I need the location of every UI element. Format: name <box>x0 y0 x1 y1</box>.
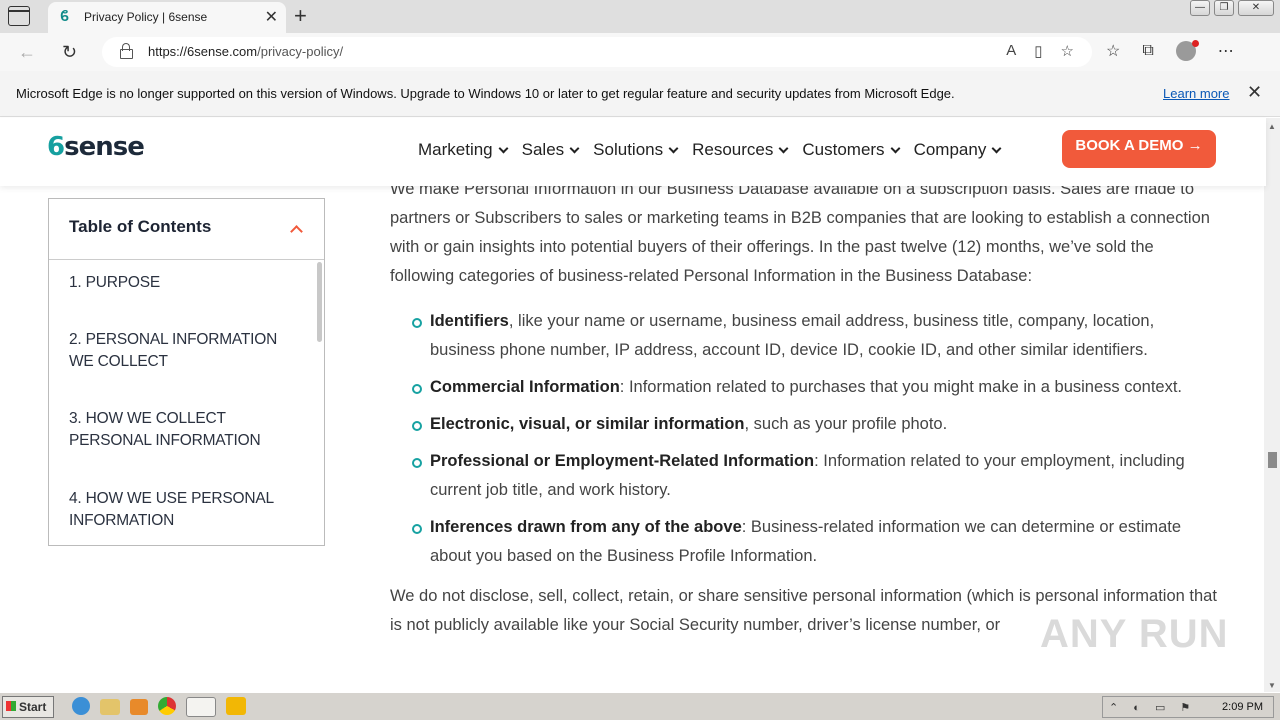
nav-sales[interactable]: Sales <box>522 140 580 160</box>
list-item: Electronic, visual, or similar informati… <box>390 410 1220 439</box>
main-nav: Marketing Sales Solutions Resources Cust… <box>418 140 1002 160</box>
chevron-down-icon <box>569 143 580 153</box>
nav-company[interactable]: Company <box>914 140 1002 160</box>
new-tab-icon[interactable]: + <box>294 3 307 29</box>
toc-item-personal-information[interactable]: 2. PERSONAL INFORMATION WE COLLECT <box>69 329 294 373</box>
read-aloud-icon[interactable]: A <box>1006 42 1016 60</box>
add-favorite-icon[interactable]: ☆ <box>1061 42 1074 60</box>
toc-title: Table of Contents <box>69 217 212 236</box>
book-demo-button[interactable]: BOOK A DEMO → <box>1062 130 1216 168</box>
list-item: Commercial Information: Information rela… <box>390 373 1220 402</box>
url-text: https://6sense.com/privacy-policy/ <box>148 44 344 59</box>
start-button[interactable]: Start <box>2 696 54 718</box>
close-window-icon[interactable]: ✕ <box>1238 0 1274 16</box>
nav-customers[interactable]: Customers <box>802 140 901 160</box>
toc-scrollbar[interactable] <box>317 262 322 342</box>
edge-taskbar-icon[interactable] <box>186 697 216 717</box>
category-list: Identifiers, like your name or username,… <box>390 307 1220 571</box>
page-scrollbar[interactable]: ▲ ▼ <box>1264 118 1280 692</box>
chevron-down-icon <box>890 143 901 153</box>
list-item: Professional or Employment-Related Infor… <box>390 447 1220 505</box>
tab-actions-icon[interactable] <box>8 6 30 26</box>
list-item: Inferences drawn from any of the above: … <box>390 513 1220 571</box>
minimize-icon[interactable]: — <box>1190 0 1210 16</box>
app-icon[interactable] <box>226 697 246 715</box>
toc-list: 1. PURPOSE 2. PERSONAL INFORMATION WE CO… <box>49 260 324 545</box>
url-field[interactable]: https://6sense.com/privacy-policy/ A ▯ ☆ <box>102 37 1092 67</box>
toc-item-how-we-collect[interactable]: 3. HOW WE COLLECT PERSONAL INFORMATION <box>69 408 294 452</box>
unsupported-os-infobar: Microsoft Edge is no longer supported on… <box>0 71 1280 117</box>
scroll-thumb[interactable] <box>1268 452 1277 468</box>
toc-header[interactable]: Table of Contents <box>49 199 324 260</box>
favorites-icon[interactable]: ☆ <box>1106 41 1120 61</box>
quick-launch <box>72 697 246 717</box>
learn-more-link[interactable]: Learn more <box>1163 86 1229 101</box>
tab-bar: ϐ Privacy Policy | 6sense ✕ + — ❐ ✕ <box>0 0 1280 33</box>
url-actions: A ▯ ☆ <box>1006 42 1074 60</box>
profile-avatar[interactable] <box>1175 40 1199 61</box>
scroll-up-icon[interactable]: ▲ <box>1268 122 1276 131</box>
site-logo[interactable]: 6sense <box>47 132 145 162</box>
clock: 2:09 PM <box>1222 701 1263 713</box>
infobar-message: Microsoft Edge is no longer supported on… <box>16 86 955 101</box>
back-icon[interactable]: ← <box>18 42 36 63</box>
address-bar: ← ↻ https://6sense.com/privacy-policy/ A… <box>0 33 1280 71</box>
intro-paragraph: We make Personal Information in our Busi… <box>390 186 1210 285</box>
table-of-contents: Table of Contents 1. PURPOSE 2. PERSONAL… <box>48 198 325 546</box>
collections-icon[interactable]: ⧉ <box>1142 42 1153 60</box>
system-tray: ⌃ ◐ ▭ ⚑ 2:09 PM <box>1102 696 1274 718</box>
toc-item-purpose[interactable]: 1. PURPOSE <box>69 272 294 294</box>
folder-icon[interactable] <box>100 699 120 715</box>
list-item: Identifiers, like your name or username,… <box>390 307 1220 365</box>
nav-solutions[interactable]: Solutions <box>593 140 679 160</box>
tab-title: Privacy Policy | 6sense <box>84 10 208 24</box>
watermark: ANY RUN <box>1040 612 1229 656</box>
browser-toolbar: ☆ ⧉ ⋯ <box>1106 40 1234 61</box>
ie-icon[interactable] <box>72 697 90 715</box>
nav-resources[interactable]: Resources <box>692 140 789 160</box>
chevron-up-icon[interactable] <box>290 225 303 238</box>
lock-icon[interactable] <box>120 43 133 59</box>
immersive-reader-icon[interactable]: ▯ <box>1034 42 1042 60</box>
restore-icon[interactable]: ❐ <box>1214 0 1234 16</box>
active-tab[interactable]: ϐ Privacy Policy | 6sense ✕ <box>48 2 286 33</box>
taskbar: Start ⌃ ◐ ▭ ⚑ 2:09 PM <box>0 692 1280 720</box>
chevron-down-icon <box>778 143 789 153</box>
media-player-icon[interactable] <box>130 699 148 715</box>
nav-marketing[interactable]: Marketing <box>418 140 509 160</box>
privacy-article: We make Personal Information in our Busi… <box>390 186 1220 640</box>
close-infobar-icon[interactable]: ✕ <box>1247 82 1262 103</box>
chevron-down-icon <box>498 143 509 153</box>
chevron-down-icon <box>668 143 679 153</box>
window-controls: — ❐ ✕ <box>1190 0 1274 16</box>
scroll-down-icon[interactable]: ▼ <box>1268 681 1276 690</box>
refresh-icon[interactable]: ↻ <box>62 42 77 63</box>
tray-icons[interactable]: ⌃ ◐ ▭ ⚑ <box>1109 701 1196 714</box>
more-options-icon[interactable]: ⋯ <box>1218 41 1234 61</box>
site-favicon-icon: ϐ <box>60 8 70 25</box>
close-tab-icon[interactable]: ✕ <box>265 7 278 27</box>
chevron-down-icon <box>991 143 1002 153</box>
chrome-icon[interactable] <box>158 697 176 715</box>
site-header: 6sense Marketing Sales Solutions Resourc… <box>0 118 1266 186</box>
toc-item-how-we-use[interactable]: 4. HOW WE USE PERSONAL INFORMATION <box>69 488 294 532</box>
